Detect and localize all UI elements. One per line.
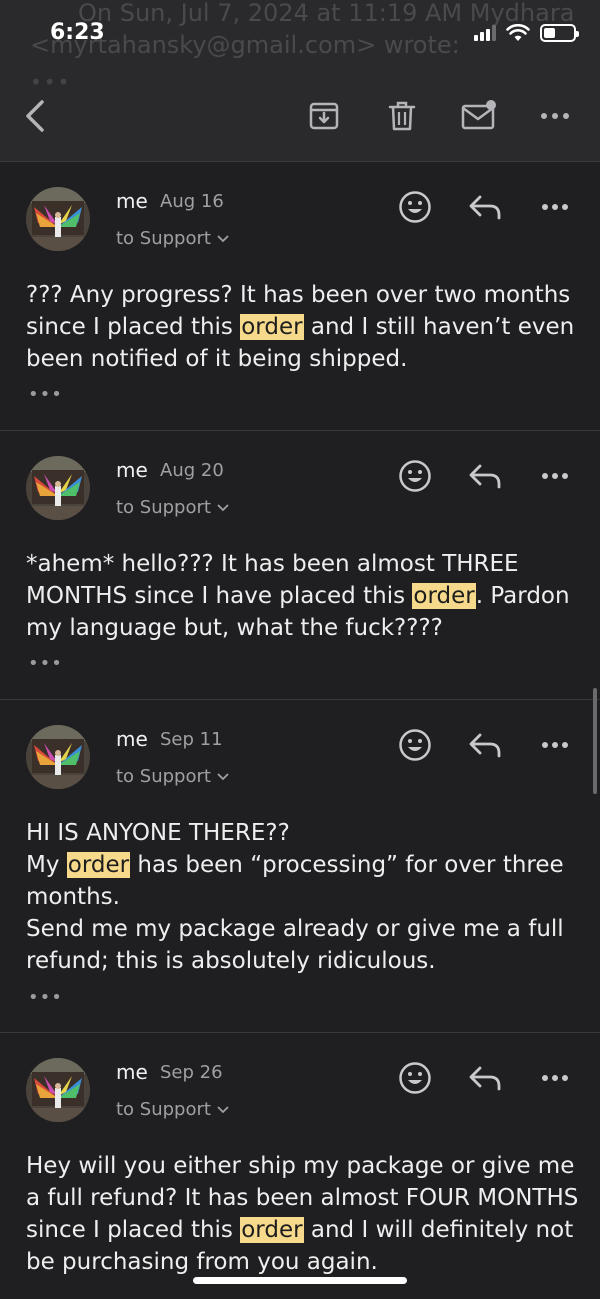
sender-name: me	[116, 189, 148, 213]
reaction-smiley-icon[interactable]	[395, 725, 435, 765]
search-highlight: order	[240, 314, 304, 340]
avatar[interactable]	[26, 187, 90, 251]
avatar[interactable]	[26, 456, 90, 520]
more-icon[interactable]	[535, 96, 575, 136]
search-highlight: order	[66, 852, 131, 878]
search-highlight: order	[240, 1217, 304, 1243]
wifi-icon	[506, 24, 530, 41]
message-body: HI IS ANYONE THERE?? My order has been “…	[26, 817, 586, 977]
message-more-icon[interactable]	[535, 725, 575, 765]
reply-icon[interactable]	[465, 456, 505, 496]
battery-icon	[540, 24, 579, 42]
message-item[interactable]: me Aug 16 to Support ??? Any progress? It h…	[0, 162, 600, 431]
recipient-line[interactable]: to Support	[116, 1099, 229, 1120]
reply-icon[interactable]	[465, 1058, 505, 1098]
reply-icon[interactable]	[465, 187, 505, 227]
message-item: me Sep 26 to Support Hey will you either sh…	[0, 1033, 600, 1299]
message-date: Sep 26	[160, 1062, 223, 1083]
chevron-down-icon	[217, 1105, 229, 1113]
sender-name: me	[116, 1060, 148, 1084]
sender-name: me	[116, 727, 148, 751]
message-more-icon[interactable]	[535, 187, 575, 227]
show-trimmed-content[interactable]: •••	[28, 653, 63, 674]
sender-name: me	[116, 458, 148, 482]
message-body: *ahem* hello??? It has been almost THREE…	[26, 548, 586, 644]
reaction-smiley-icon[interactable]	[395, 456, 435, 496]
status-time: 6:23	[50, 20, 105, 45]
show-trimmed-content[interactable]: •••	[28, 384, 63, 405]
message-more-icon[interactable]	[535, 456, 575, 496]
recipient-label: to Support	[116, 1099, 211, 1120]
archive-icon[interactable]	[304, 96, 344, 136]
message-item[interactable]: me Sep 11 to Support HI IS ANYONE THERE?? M…	[0, 700, 600, 1033]
chevron-down-icon	[217, 772, 229, 780]
quoted-dots: •••	[30, 70, 72, 94]
home-indicator[interactable]	[193, 1277, 407, 1284]
recipient-label: to Support	[116, 228, 211, 249]
message-item[interactable]: me Aug 20 to Support *ahem* hello??? It has…	[0, 431, 600, 700]
chevron-down-icon	[217, 234, 229, 242]
message-date: Aug 20	[160, 460, 224, 481]
trash-icon[interactable]	[382, 96, 422, 136]
scrollbar[interactable]	[593, 688, 597, 794]
message-body: Hey will you either ship my package or g…	[26, 1150, 586, 1278]
back-chevron-icon[interactable]	[16, 96, 56, 136]
recipient-label: to Support	[116, 497, 211, 518]
recipient-line[interactable]: to Support	[116, 228, 229, 249]
message-more-icon[interactable]	[535, 1058, 575, 1098]
recipient-label: to Support	[116, 766, 211, 787]
message-date: Aug 16	[160, 191, 224, 212]
cellular-signal-icon	[474, 25, 496, 41]
show-trimmed-content[interactable]: •••	[28, 987, 63, 1008]
top-bar: On Sun, Jul 7, 2024 at 11:19 AM Mydhara …	[0, 0, 600, 162]
message-body: ??? Any progress? It has been over two m…	[26, 279, 586, 375]
avatar[interactable]	[26, 725, 90, 789]
reaction-smiley-icon[interactable]	[395, 1058, 435, 1098]
recipient-line[interactable]: to Support	[116, 766, 229, 787]
reply-icon[interactable]	[465, 725, 505, 765]
search-highlight: order	[412, 583, 476, 609]
message-date: Sep 11	[160, 729, 223, 750]
avatar[interactable]	[26, 1058, 90, 1122]
mark-unread-icon[interactable]	[459, 96, 499, 136]
recipient-line[interactable]: to Support	[116, 497, 229, 518]
reaction-smiley-icon[interactable]	[395, 187, 435, 227]
status-icons	[474, 24, 579, 42]
chevron-down-icon	[217, 503, 229, 511]
